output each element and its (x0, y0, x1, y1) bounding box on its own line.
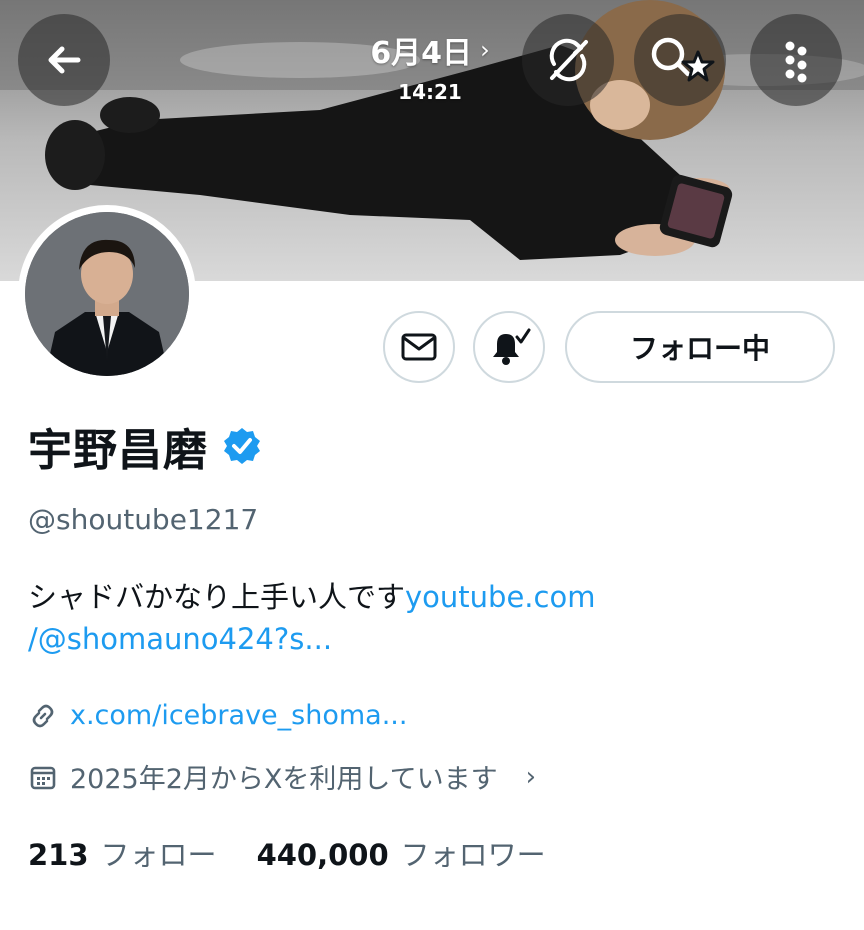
chevron-right-icon: › (480, 36, 490, 64)
more-options-button[interactable] (750, 14, 842, 106)
joined-date: 2025年2月からXを利用しています (70, 764, 498, 795)
verified-badge-icon[interactable] (222, 426, 262, 466)
back-arrow-icon (48, 46, 81, 74)
bell-checked-icon (493, 328, 531, 365)
message-button[interactable] (383, 311, 455, 383)
profile-avatar[interactable] (18, 205, 196, 383)
search-star-icon (651, 37, 715, 82)
notifications-button[interactable] (473, 311, 545, 383)
time-label: 14:21 (398, 80, 462, 104)
bio-link-line2: /@shomauno424?s... (28, 622, 333, 656)
followers-label: フォロワー (400, 838, 546, 872)
sync-button[interactable] (522, 14, 614, 106)
mail-icon (401, 333, 437, 361)
calendar-icon (30, 766, 56, 789)
follow-stats: 213 フォロー 440,000 フォロワー (28, 832, 546, 874)
link-icon (32, 704, 54, 727)
username-handle: @shoutube1217 (28, 503, 259, 536)
display-name: 宇野昌磨 (28, 425, 208, 476)
sync-off-icon (549, 38, 588, 82)
more-vertical-icon (785, 41, 807, 83)
search-button[interactable] (634, 14, 726, 106)
date-header[interactable]: 6月4日 › 14:21 (330, 28, 530, 104)
joined-row[interactable]: 2025年2月からXを利用しています › (28, 757, 536, 796)
website-row: x.com/icebrave_shoma... (28, 700, 407, 731)
following-label: フォロー (100, 838, 217, 872)
chevron-right-icon: › (525, 761, 536, 792)
bio-link-line1: youtube.com (405, 580, 596, 614)
avatar-image (25, 212, 189, 376)
following-button[interactable]: フォロー中 (565, 311, 835, 383)
bio-text: シャドバかなり上手い人です (28, 580, 406, 614)
profile-bio: シャドバかなり上手い人ですyoutube.com /@shomauno424?s.… (28, 576, 848, 660)
website-link[interactable]: x.com/icebrave_shoma... (70, 700, 407, 731)
back-button[interactable] (18, 14, 110, 106)
followers-stat[interactable]: 440,000 フォロワー (257, 832, 546, 874)
following-count: 213 (28, 838, 89, 872)
followers-count: 440,000 (256, 838, 389, 872)
date-label: 6月4日 (370, 36, 473, 71)
name-row: 宇野昌磨 (28, 414, 262, 478)
following-stat[interactable]: 213 フォロー (28, 832, 217, 874)
